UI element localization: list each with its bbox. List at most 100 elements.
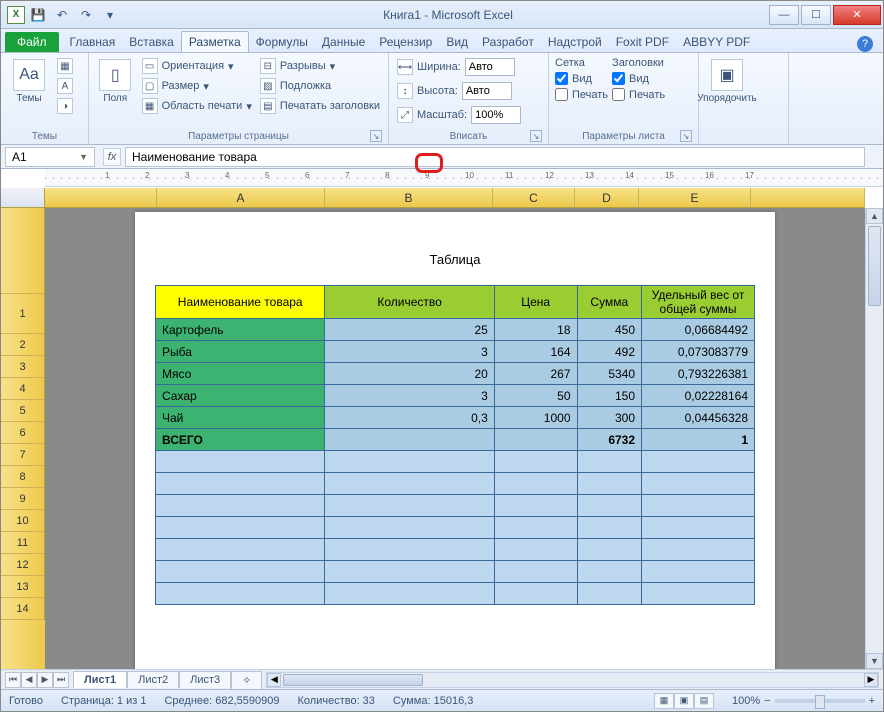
col-D[interactable]: D: [575, 188, 639, 207]
scroll-down-icon[interactable]: ▼: [866, 653, 883, 669]
row-14[interactable]: 14: [1, 598, 45, 620]
row-5[interactable]: 5: [1, 400, 45, 422]
tab-view[interactable]: Вид: [439, 32, 475, 52]
row-4[interactable]: 4: [1, 378, 45, 400]
gridlines-print-checkbox[interactable]: Печать: [555, 88, 608, 101]
excel-icon[interactable]: X: [7, 6, 25, 24]
col-A[interactable]: A: [157, 188, 325, 207]
help-icon[interactable]: ?: [857, 36, 873, 52]
row-7[interactable]: 7: [1, 444, 45, 466]
row-2[interactable]: 2: [1, 334, 45, 356]
tab-foxit[interactable]: Foxit PDF: [609, 32, 676, 52]
tab-file[interactable]: Файл: [5, 32, 59, 52]
headings-view-checkbox[interactable]: Вид: [612, 72, 665, 85]
status-bar: Готово Страница: 1 из 1 Среднее: 682,559…: [1, 689, 883, 711]
height-icon: ↕: [397, 83, 413, 99]
height-input[interactable]: [462, 82, 512, 100]
select-all-corner[interactable]: [1, 188, 45, 208]
hscroll-thumb[interactable]: [283, 674, 423, 686]
tab-developer[interactable]: Разработ: [475, 32, 541, 52]
header-name: Наименование товара: [156, 286, 325, 319]
redo-button[interactable]: ↷: [75, 5, 97, 25]
zoom-out-button[interactable]: −: [764, 695, 770, 707]
tab-first-icon[interactable]: ⏮: [5, 672, 21, 688]
col-E[interactable]: E: [639, 188, 751, 207]
gridlines-view-checkbox[interactable]: Вид: [555, 72, 608, 85]
tab-next-icon[interactable]: ▶: [37, 672, 53, 688]
data-table[interactable]: Наименование товара Количество Цена Сумм…: [155, 285, 755, 605]
arrange-button[interactable]: ▣ Упорядочить: [705, 55, 749, 104]
tab-prev-icon[interactable]: ◀: [21, 672, 37, 688]
sheet-tab-1[interactable]: Лист1: [73, 671, 127, 688]
fonts-icon: A: [57, 78, 73, 94]
table-total-row: ВСЕГО67321: [156, 429, 755, 451]
scroll-left-icon[interactable]: ◀: [267, 673, 281, 687]
row-13[interactable]: 13: [1, 576, 45, 598]
row-12[interactable]: 12: [1, 554, 45, 576]
scale-input[interactable]: [471, 106, 521, 124]
size-button[interactable]: ▢Размер ▾: [140, 77, 254, 95]
tab-page-layout[interactable]: Разметка: [181, 31, 249, 52]
col-C[interactable]: C: [493, 188, 575, 207]
sheet-tab-2[interactable]: Лист2: [127, 671, 179, 688]
page-layout-view-button[interactable]: ▣: [674, 693, 694, 709]
row-1[interactable]: 1: [1, 294, 45, 334]
headings-print-checkbox[interactable]: Печать: [612, 88, 665, 101]
print-titles-button[interactable]: ▤Печатать заголовки: [258, 97, 382, 115]
scroll-thumb[interactable]: [868, 226, 881, 306]
undo-button[interactable]: ↶: [51, 5, 73, 25]
col-B[interactable]: B: [325, 188, 493, 207]
width-row: ⟷Ширина:: [395, 57, 523, 77]
sheet-tab-3[interactable]: Лист3: [179, 671, 231, 688]
new-sheet-button[interactable]: ✧: [231, 671, 262, 689]
fx-button[interactable]: fx: [103, 148, 121, 166]
breaks-button[interactable]: ⊟Разрывы ▾: [258, 57, 382, 75]
zoom-slider[interactable]: [775, 699, 865, 703]
scroll-up-icon[interactable]: ▲: [866, 208, 883, 224]
colors-button[interactable]: ▦: [55, 57, 75, 75]
background-button[interactable]: ▨Подложка: [258, 77, 382, 95]
save-button[interactable]: 💾: [27, 5, 49, 25]
effects-button[interactable]: ◑: [55, 97, 75, 115]
themes-button[interactable]: Aa Темы: [7, 55, 51, 104]
tab-addins[interactable]: Надстрой: [541, 32, 609, 52]
name-box-dropdown-icon[interactable]: ▼: [79, 152, 88, 162]
maximize-button[interactable]: ☐: [801, 5, 831, 25]
tab-abbyy[interactable]: ABBYY PDF: [676, 32, 757, 52]
page-setup-launcher[interactable]: ↘: [370, 130, 382, 142]
scale-launcher[interactable]: ↘: [530, 130, 542, 142]
row-10[interactable]: 10: [1, 510, 45, 532]
name-box[interactable]: A1▼: [5, 147, 95, 167]
vertical-scrollbar[interactable]: ▲ ▼: [865, 208, 883, 669]
tab-data[interactable]: Данные: [315, 32, 372, 52]
tab-last-icon[interactable]: ⏭: [53, 672, 69, 688]
page-break-view-button[interactable]: ▤: [694, 693, 714, 709]
zoom-in-button[interactable]: +: [869, 695, 875, 707]
row-9[interactable]: 9: [1, 488, 45, 510]
normal-view-button[interactable]: ▦: [654, 693, 674, 709]
row-11[interactable]: 11: [1, 532, 45, 554]
row-3[interactable]: 3: [1, 356, 45, 378]
print-area-button[interactable]: ▦Область печати ▾: [140, 97, 254, 115]
orientation-button[interactable]: ▭Ориентация ▾: [140, 57, 254, 75]
tab-insert[interactable]: Вставка: [122, 32, 181, 52]
margins-button[interactable]: ▯ Поля: [95, 55, 136, 104]
row-8[interactable]: 8: [1, 466, 45, 488]
scroll-right-icon[interactable]: ▶: [864, 673, 878, 687]
row-6[interactable]: 6: [1, 422, 45, 444]
sheet-options-launcher[interactable]: ↘: [680, 130, 692, 142]
tab-home[interactable]: Главная: [63, 32, 123, 52]
close-button[interactable]: ✕: [833, 5, 881, 25]
sheet-canvas[interactable]: Таблица Наименование товара Количество Ц…: [45, 208, 865, 669]
horizontal-scrollbar[interactable]: ◀ ▶: [266, 672, 879, 688]
zoom-level[interactable]: 100%: [732, 695, 760, 707]
formula-input[interactable]: [125, 147, 865, 167]
fonts-button[interactable]: A: [55, 77, 75, 95]
minimize-button[interactable]: —: [769, 5, 799, 25]
height-row: ↕Высота:: [395, 81, 523, 101]
tab-review[interactable]: Рецензир: [372, 32, 439, 52]
tab-formulas[interactable]: Формулы: [249, 32, 315, 52]
width-icon: ⟷: [397, 59, 413, 75]
qat-customize-icon[interactable]: ▾: [99, 5, 121, 25]
width-input[interactable]: [465, 58, 515, 76]
